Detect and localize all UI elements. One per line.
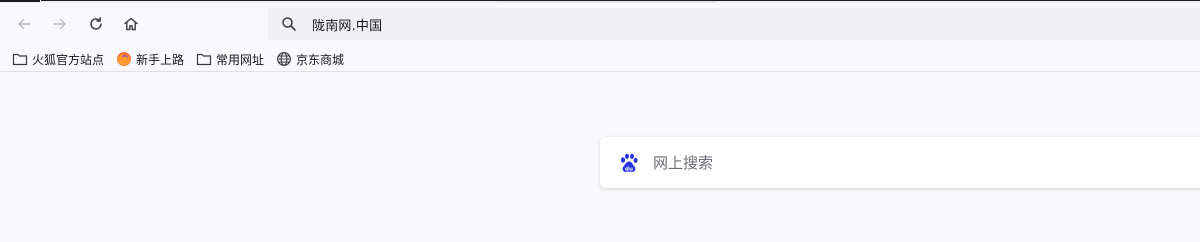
arrow-right-icon: [53, 18, 66, 30]
forward-button[interactable]: [46, 10, 74, 38]
firefox-icon: [117, 52, 131, 66]
back-button[interactable]: [10, 10, 38, 38]
folder-icon: [12, 53, 28, 66]
reload-icon: [90, 17, 102, 30]
bookmark-firefox-official[interactable]: 火狐官方站点: [12, 49, 104, 69]
url-text[interactable]: 陇南网.中国: [312, 15, 382, 34]
browser-window: 陇南网.中国 火狐官方站点 新手上路 常用网址 京东商城 du 网上搜索: [0, 0, 1200, 242]
new-tab-page: du 网上搜索: [0, 73, 1200, 242]
bookmark-label: 火狐官方站点: [32, 52, 105, 67]
search-placeholder: 网上搜索: [653, 154, 714, 172]
svg-text:du: du: [625, 166, 633, 172]
bookmark-getting-started[interactable]: 新手上路: [116, 49, 184, 69]
web-search-box[interactable]: du 网上搜索: [600, 137, 1200, 188]
arrow-left-icon: [18, 18, 31, 30]
home-icon: [124, 17, 138, 31]
bookmark-label: 京东商城: [296, 52, 345, 67]
bookmark-jd[interactable]: 京东商城: [276, 49, 344, 69]
bookmark-label: 新手上路: [136, 52, 185, 67]
bookmarks-toolbar: 火狐官方站点 新手上路 常用网址 京东商城: [0, 45, 1200, 72]
bookmark-common-sites[interactable]: 常用网址: [196, 49, 264, 69]
home-button[interactable]: [117, 10, 145, 38]
baidu-paw-icon: du: [620, 153, 638, 172]
folder-icon: [196, 53, 212, 66]
reload-button[interactable]: [82, 10, 110, 38]
navigation-toolbar: 陇南网.中国: [0, 3, 1200, 45]
globe-icon: [277, 52, 291, 66]
search-icon: [280, 15, 298, 33]
address-bar[interactable]: 陇南网.中国: [268, 8, 1200, 40]
bookmark-label: 常用网址: [216, 52, 265, 67]
